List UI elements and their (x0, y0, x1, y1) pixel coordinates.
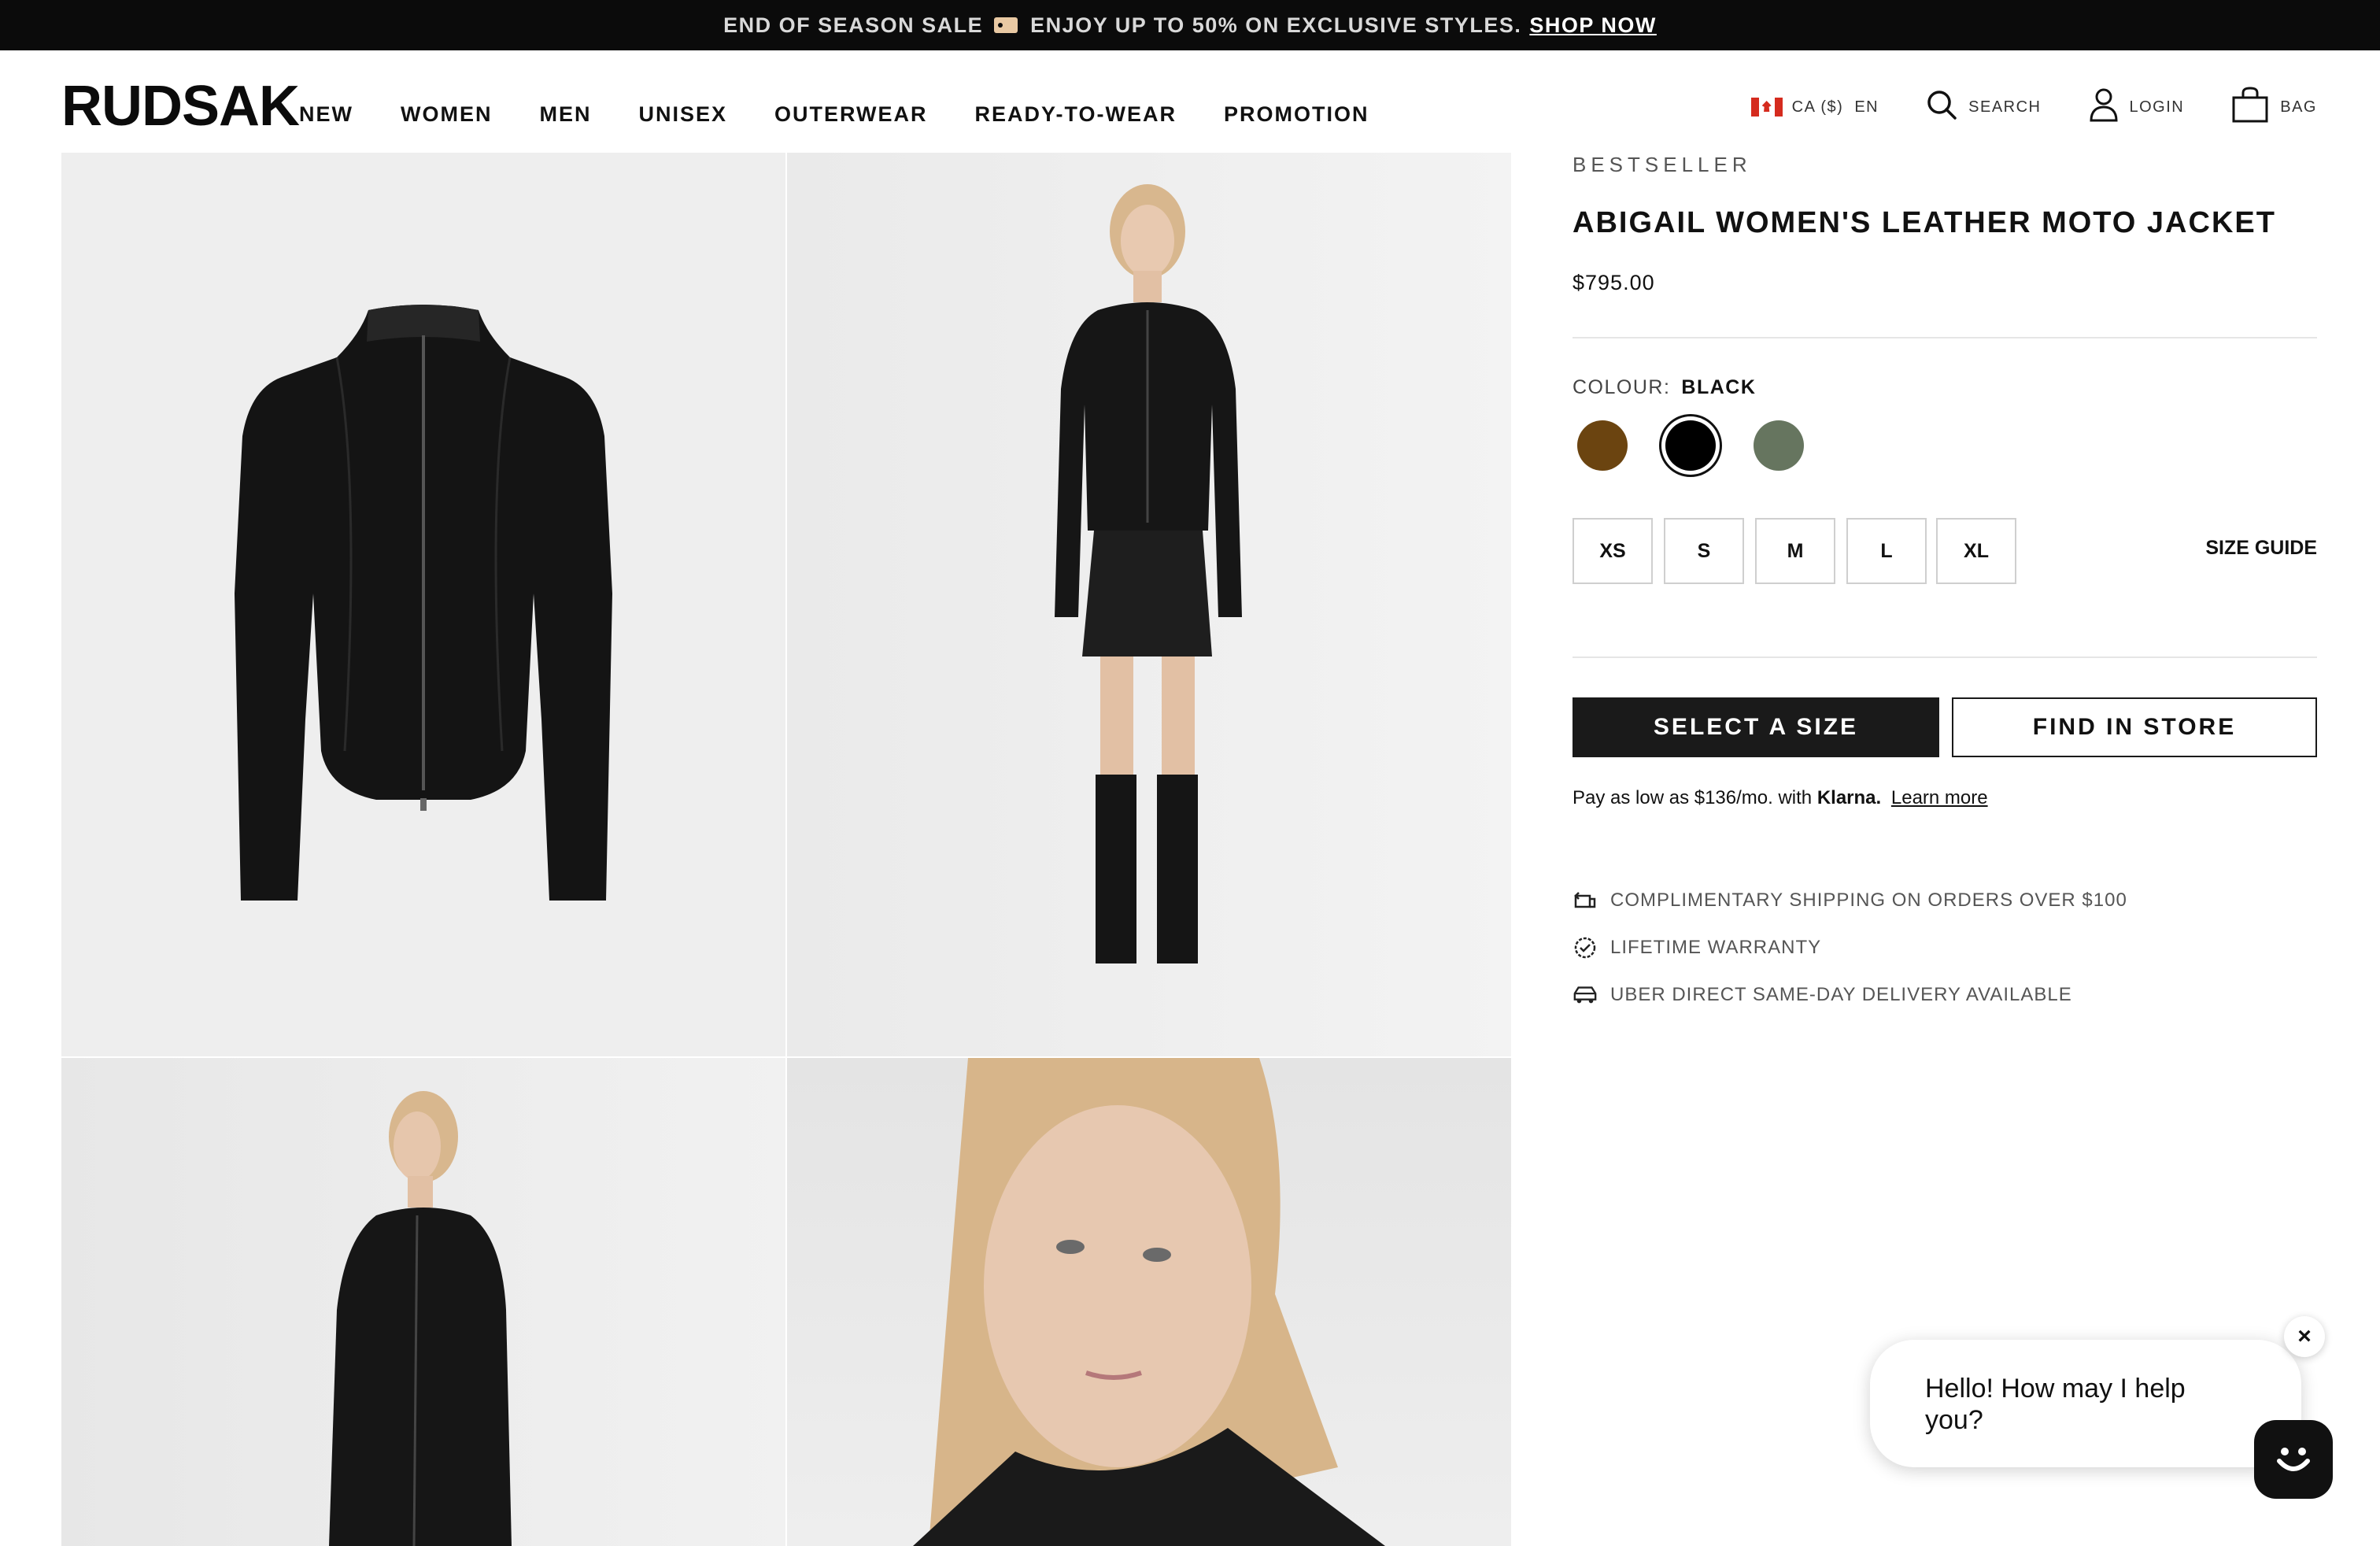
promo-text-2: ENJOY UP TO 50% ON EXCLUSIVE STYLES. (1030, 13, 1522, 37)
klarna-message: Pay as low as $136/mo. with Klarna. Lear… (1572, 787, 1988, 809)
size-option-xl[interactable]: XL (1936, 518, 2016, 584)
bag-icon (2231, 87, 2269, 128)
perk-shipping-text: COMPLIMENTARY SHIPPING ON ORDERS OVER $1… (1610, 890, 2127, 911)
bestseller-label: BESTSELLER (1572, 153, 1752, 176)
user-icon (2089, 87, 2119, 127)
warranty-icon (1572, 935, 1598, 960)
chat-greeting-bubble[interactable]: Hello! How may I help you? (1870, 1340, 2301, 1467)
size-guide-link[interactable]: SIZE GUIDE (2205, 537, 2317, 560)
search-button[interactable]: SEARCH (1926, 89, 2041, 125)
smiley-icon (2277, 1448, 2310, 1471)
nav-item-outerwear[interactable]: OUTERWEAR (774, 102, 928, 127)
product-price: $795.00 (1572, 271, 1655, 294)
login-label: LOGIN (2129, 98, 2185, 116)
shop-now-link[interactable]: SHOP NOW (1529, 13, 1657, 38)
nav-item-promotion[interactable]: PROMOTION (1224, 102, 1369, 127)
promo-text: END OF SEASON SALE (723, 13, 984, 37)
perk-shipping: COMPLIMENTARY SHIPPING ON ORDERS OVER $1… (1572, 888, 2127, 913)
locale-selector[interactable]: CA ($) EN (1750, 98, 1879, 117)
size-option-m[interactable]: M (1755, 518, 1835, 584)
product-title: ABIGAIL WOMEN'S LEATHER MOTO JACKET (1572, 206, 2276, 239)
chat-launcher-button[interactable] (2254, 1420, 2333, 1499)
chat-close-button[interactable]: × (2284, 1316, 2325, 1357)
language-label: EN (1854, 98, 1879, 116)
search-label: SEARCH (1968, 98, 2042, 116)
klarna-learn-more-link[interactable]: Learn more (1891, 787, 1988, 808)
size-option-s[interactable]: S (1664, 518, 1744, 584)
perk-delivery: UBER DIRECT SAME-DAY DELIVERY AVAILABLE (1572, 982, 2072, 1008)
select-size-button[interactable]: SELECT A SIZE (1572, 697, 1939, 757)
car-icon (1572, 982, 1598, 1008)
nav-item-women[interactable]: WOMEN (401, 102, 492, 127)
product-image-flatlay[interactable] (61, 153, 785, 1056)
nav-item-new[interactable]: NEW (299, 102, 353, 127)
klarna-text: Pay as low as $136/mo. with (1572, 787, 1813, 808)
size-option-xs[interactable]: XS (1572, 518, 1653, 584)
colour-label-text: COLOUR: (1572, 376, 1671, 398)
klarna-logo: Klarna. (1816, 787, 1882, 808)
nav-item-ready-to-wear[interactable]: READY-TO-WEAR (975, 102, 1177, 127)
tag-icon (994, 17, 1018, 33)
canada-flag-icon (1750, 98, 1783, 117)
promo-banner: END OF SEASON SALE ENJOY UP TO 50% ON EX… (0, 0, 2380, 50)
product-image-model-side[interactable] (61, 1058, 785, 1546)
search-icon (1926, 89, 1957, 125)
size-option-l[interactable]: L (1846, 518, 1927, 584)
product-image-model-front[interactable] (787, 153, 1511, 1056)
main-nav: NEW WOMEN MEN UNISEX OUTERWEAR READY-TO-… (299, 102, 1417, 127)
login-button[interactable]: LOGIN (2089, 87, 2185, 127)
divider (1572, 337, 2317, 338)
shipping-icon (1572, 888, 1598, 913)
divider (1572, 656, 2317, 658)
close-icon: × (2297, 1323, 2312, 1349)
find-in-store-button[interactable]: FIND IN STORE (1952, 697, 2317, 757)
product-image-model-closeup[interactable] (787, 1058, 1511, 1546)
brand-logo[interactable]: RUDSAK (61, 74, 300, 139)
header-utilities: CA ($) EN SEARCH LOGIN BAG (1750, 87, 2317, 128)
region-label: CA ($) (1791, 98, 1844, 116)
colour-value: BLACK (1681, 376, 1757, 398)
nav-item-men[interactable]: MEN (539, 102, 591, 127)
bag-label: BAG (2280, 98, 2317, 116)
perk-warranty-text: LIFETIME WARRANTY (1610, 937, 1822, 958)
swatch-green[interactable] (1754, 420, 1804, 471)
perk-warranty: LIFETIME WARRANTY (1572, 935, 1821, 960)
site-header: RUDSAK NEW WOMEN MEN UNISEX OUTERWEAR RE… (0, 50, 2380, 153)
nav-item-unisex[interactable]: UNISEX (638, 102, 727, 127)
product-gallery (61, 153, 1511, 1546)
colour-label: COLOUR: BLACK (1572, 376, 1756, 399)
perk-delivery-text: UBER DIRECT SAME-DAY DELIVERY AVAILABLE (1610, 984, 2072, 1005)
swatch-brown[interactable] (1577, 420, 1628, 471)
swatch-black[interactable] (1665, 420, 1716, 471)
chat-greeting-text: Hello! How may I help you? (1925, 1374, 2186, 1435)
bag-button[interactable]: BAG (2231, 87, 2317, 128)
